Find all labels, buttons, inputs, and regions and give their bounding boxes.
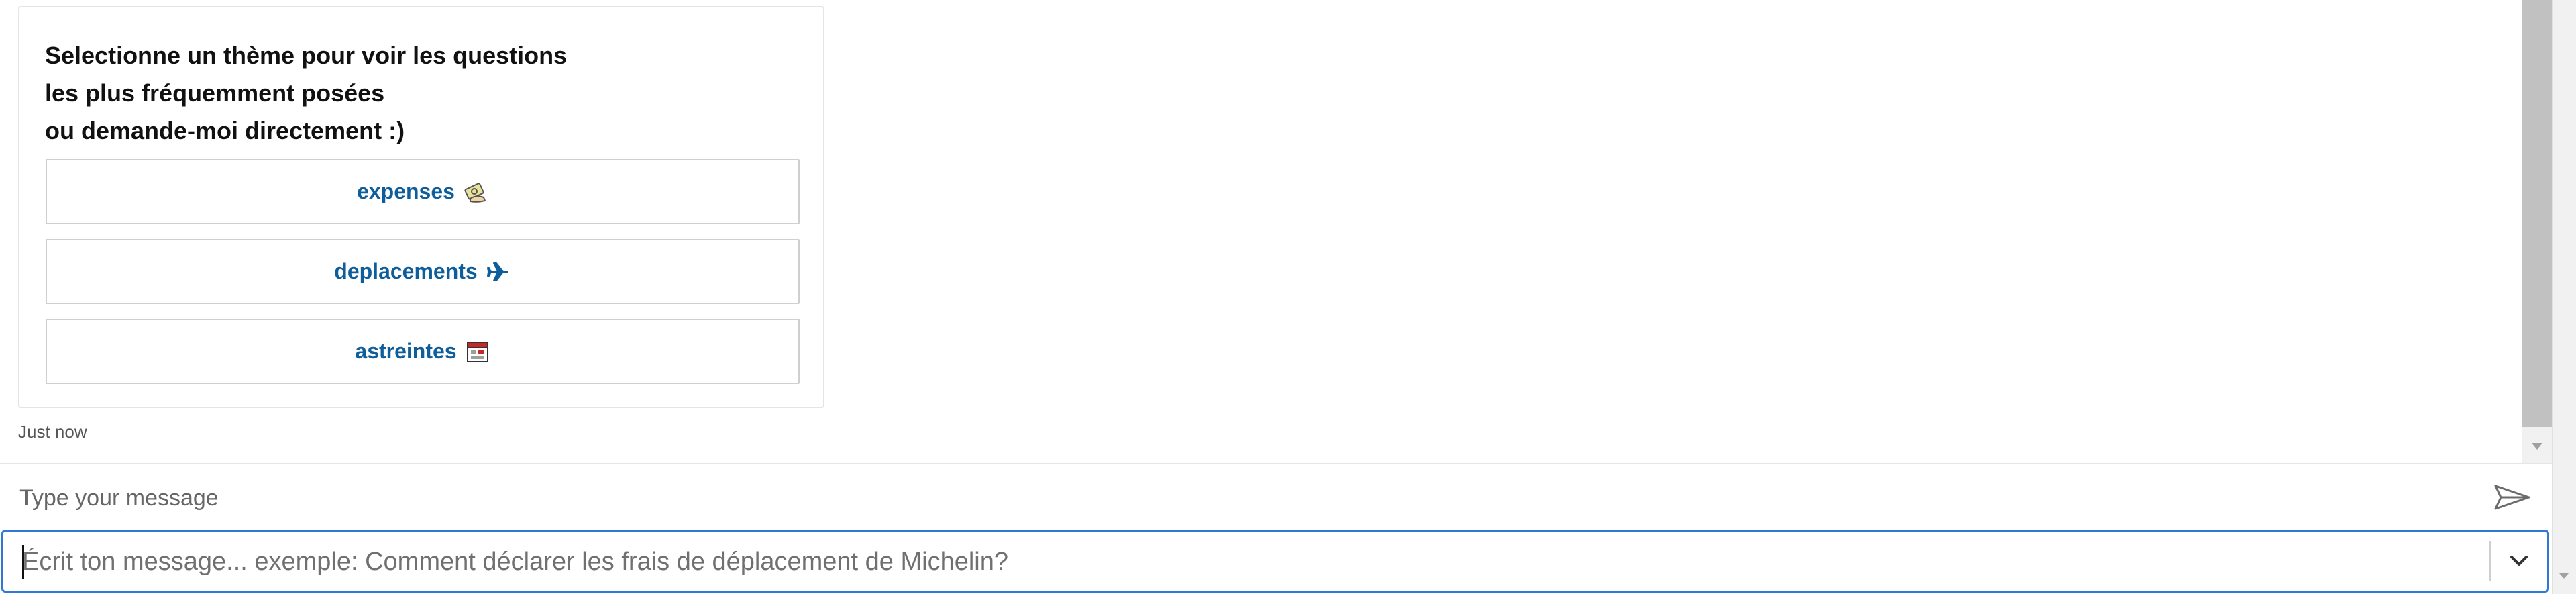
card-title: Selectionne un thème pour voir les quest… xyxy=(45,37,783,150)
card-title-line-3: ou demande-moi directement :) xyxy=(45,117,405,144)
message-timestamp: Just now xyxy=(18,422,87,442)
scroll-down-arrow-icon[interactable] xyxy=(2522,430,2552,463)
topic-card: Selectionne un thème pour voir les quest… xyxy=(18,6,824,408)
money-hand-icon xyxy=(463,179,488,205)
chat-window: Selectionne un thème pour voir les quest… xyxy=(0,0,2576,594)
question-input[interactable] xyxy=(21,542,2479,581)
question-combobox[interactable] xyxy=(1,530,2549,593)
deplacements-button[interactable]: deplacements xyxy=(46,239,800,304)
text-caret xyxy=(22,545,24,579)
chat-transcript: Selectionne un thème pour voir les quest… xyxy=(0,0,2522,463)
expenses-button[interactable]: expenses xyxy=(46,159,800,224)
send-icon[interactable] xyxy=(2491,478,2533,517)
message-input[interactable] xyxy=(18,478,2463,518)
message-composer xyxy=(0,463,2552,530)
airplane-icon xyxy=(486,259,511,285)
page-scroll-down-arrow-icon[interactable] xyxy=(2552,562,2576,589)
chat-scrollbar-thumb[interactable] xyxy=(2522,0,2552,427)
deplacements-button-label: deplacements xyxy=(334,259,478,283)
astreintes-button[interactable]: astreintes xyxy=(46,319,800,384)
card-title-line-1: Selectionne un thème pour voir les quest… xyxy=(45,42,568,69)
card-title-line-2: les plus fréquemment posées xyxy=(45,79,385,107)
astreintes-button-label: astreintes xyxy=(355,339,457,363)
calendar-icon xyxy=(465,339,490,364)
chevron-down-icon[interactable] xyxy=(2498,540,2540,583)
combo-divider xyxy=(2489,541,2491,581)
expenses-button-label: expenses xyxy=(357,179,455,203)
page-scrollbar-track[interactable] xyxy=(2552,0,2576,594)
